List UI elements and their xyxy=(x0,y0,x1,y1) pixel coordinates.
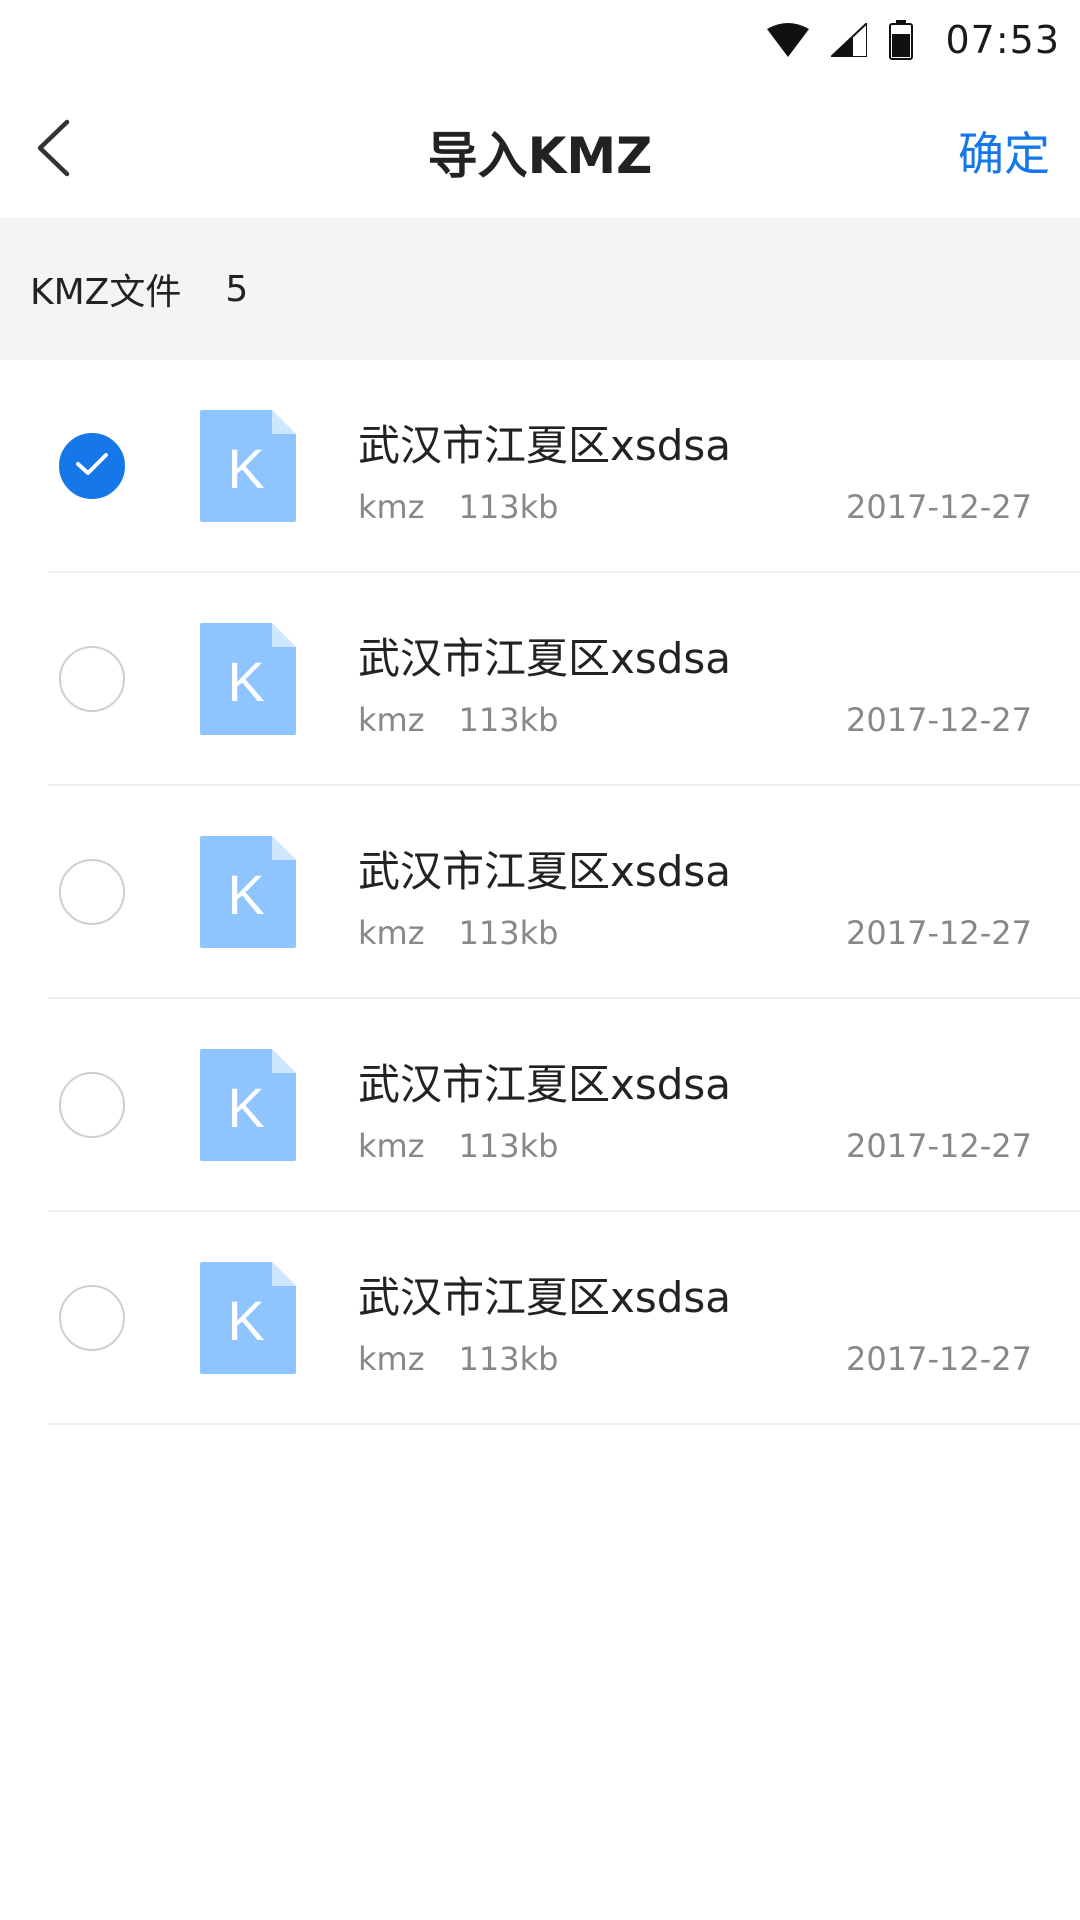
file-size: 113kb xyxy=(458,488,559,526)
file-date: 2017-12-27 xyxy=(846,1340,1032,1378)
file-date: 2017-12-27 xyxy=(846,914,1032,952)
nav-bar: 导入KMZ 确定 xyxy=(0,80,1080,218)
kmz-file-icon: K xyxy=(200,410,296,522)
kmz-file-icon: K xyxy=(200,836,296,948)
file-icon-letter: K xyxy=(227,1076,264,1139)
checkbox-checked[interactable] xyxy=(59,433,125,499)
file-meta: kmz 113kb xyxy=(358,1340,558,1378)
battery-icon xyxy=(889,20,914,60)
file-icon-letter: K xyxy=(227,437,264,500)
file-icon-letter: K xyxy=(227,1289,264,1352)
status-bar: 07:53 xyxy=(0,0,1080,80)
file-name: 武汉市江夏区xsdsa xyxy=(358,1060,732,1109)
checkbox-unchecked[interactable] xyxy=(59,1285,125,1351)
kmz-file-icon: K xyxy=(200,1049,296,1161)
list-item[interactable]: K 武汉市江夏区xsdsa kmz 113kb 2017-12-27 xyxy=(0,1212,1080,1425)
wifi-icon xyxy=(767,23,810,57)
file-name: 武汉市江夏区xsdsa xyxy=(358,847,732,896)
file-meta: kmz 113kb xyxy=(358,1127,558,1165)
file-type: kmz xyxy=(358,701,425,739)
file-icon-letter: K xyxy=(227,863,264,926)
checkbox-unchecked[interactable] xyxy=(59,859,125,925)
file-date: 2017-12-27 xyxy=(846,1127,1032,1165)
kmz-file-icon: K xyxy=(200,623,296,735)
confirm-button[interactable]: 确定 xyxy=(958,118,1050,184)
file-list: K 武汉市江夏区xsdsa kmz 113kb 2017-12-27 K 武汉市江… xyxy=(0,360,1080,1425)
file-type: kmz xyxy=(358,1127,425,1165)
file-type: kmz xyxy=(358,914,425,952)
file-meta: kmz 113kb xyxy=(358,488,558,526)
kmz-file-icon: K xyxy=(200,1262,296,1374)
section-header: KMZ文件 5 xyxy=(0,218,1080,360)
file-type: kmz xyxy=(358,1340,425,1378)
screen: 07:53 导入KMZ 确定 KMZ文件 5 K 武汉市江夏区xsdsa kmz… xyxy=(0,0,1080,1920)
signal-icon xyxy=(831,23,868,57)
file-name: 武汉市江夏区xsdsa xyxy=(358,634,732,683)
file-date: 2017-12-27 xyxy=(846,701,1032,739)
checkmark-icon xyxy=(74,450,110,482)
file-date: 2017-12-27 xyxy=(846,488,1032,526)
file-meta: kmz 113kb xyxy=(358,914,558,952)
checkbox-unchecked[interactable] xyxy=(59,646,125,712)
page-title: 导入KMZ xyxy=(427,127,653,185)
list-item[interactable]: K 武汉市江夏区xsdsa kmz 113kb 2017-12-27 xyxy=(0,573,1080,786)
file-count: 5 xyxy=(225,268,249,310)
file-name: 武汉市江夏区xsdsa xyxy=(358,421,732,470)
section-label: KMZ文件 xyxy=(30,272,182,313)
file-icon-letter: K xyxy=(227,650,264,713)
list-item[interactable]: K 武汉市江夏区xsdsa kmz 113kb 2017-12-27 xyxy=(0,786,1080,999)
checkbox-unchecked[interactable] xyxy=(59,1072,125,1138)
file-size: 113kb xyxy=(458,701,559,739)
file-meta: kmz 113kb xyxy=(358,701,558,739)
file-size: 113kb xyxy=(458,1340,559,1378)
file-size: 113kb xyxy=(458,1127,559,1165)
file-size: 113kb xyxy=(458,914,559,952)
list-item[interactable]: K 武汉市江夏区xsdsa kmz 113kb 2017-12-27 xyxy=(0,360,1080,573)
file-name: 武汉市江夏区xsdsa xyxy=(358,1273,732,1322)
status-time: 07:53 xyxy=(945,18,1060,62)
list-item[interactable]: K 武汉市江夏区xsdsa kmz 113kb 2017-12-27 xyxy=(0,999,1080,1212)
file-type: kmz xyxy=(358,488,425,526)
